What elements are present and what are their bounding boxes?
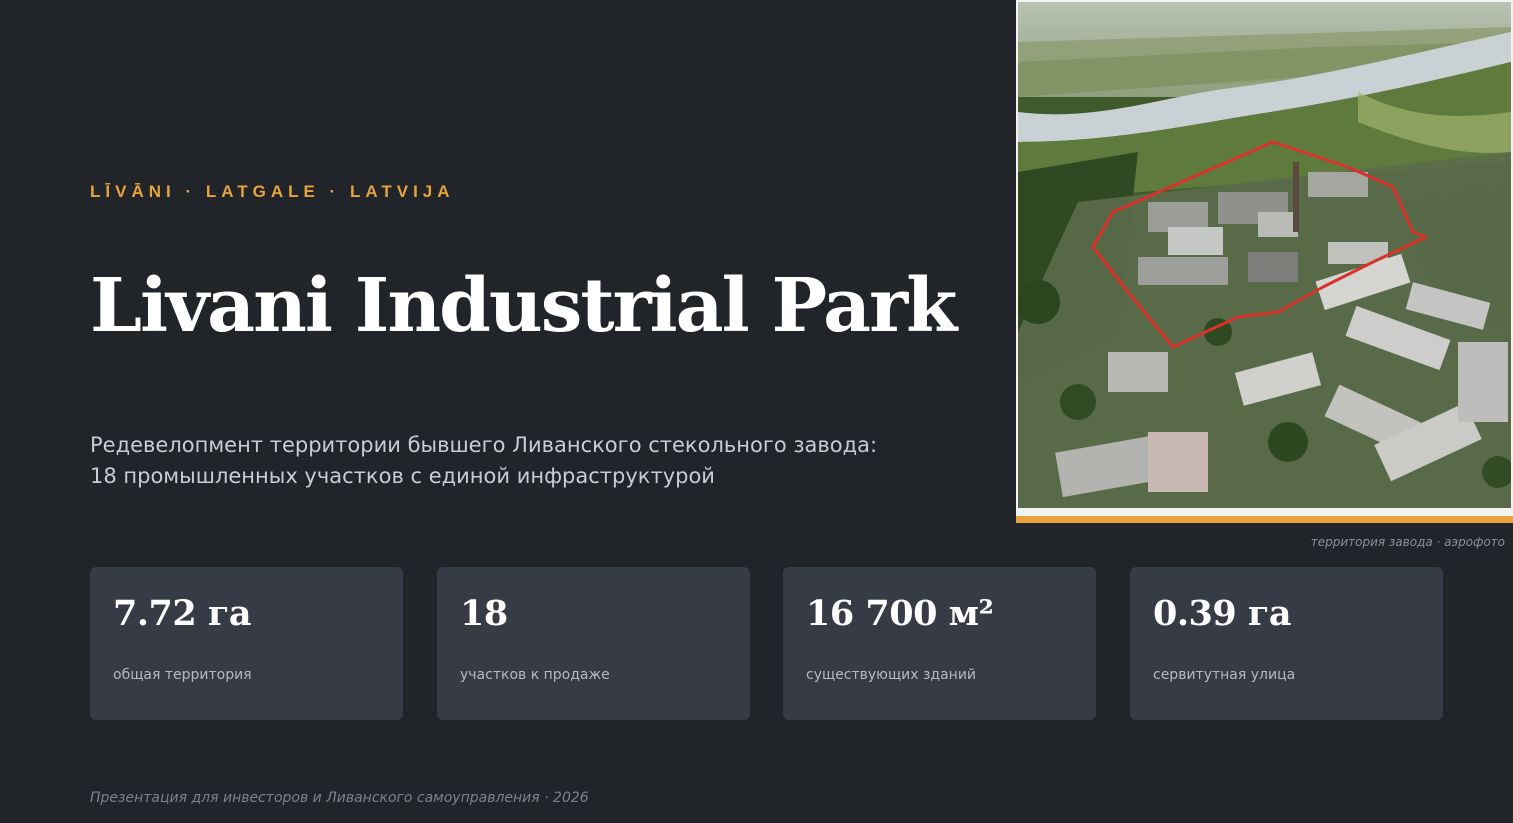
stat-card-total-area: 7.72 га общая территория — [90, 567, 403, 720]
subtitle-line-2: 18 промышленных участков с единой инфрас… — [90, 464, 715, 488]
stat-card-buildings: 16 700 м² существующих зданий — [783, 567, 1096, 720]
stat-value: 7.72 га — [113, 593, 252, 634]
footer-note: Презентация для инвесторов и Ливанского … — [90, 790, 589, 806]
stat-label: общая территория — [113, 667, 252, 683]
stat-value: 16 700 м² — [806, 593, 994, 634]
stat-label: существующих зданий — [806, 667, 977, 683]
stat-card-easement-street: 0.39 га сервитутная улица — [1130, 567, 1443, 720]
stat-label: участков к продаже — [460, 667, 610, 683]
photo-caption: территория завода · аэрофото — [1310, 535, 1505, 549]
aerial-photo-image — [1018, 2, 1511, 508]
stat-label: сервитутная улица — [1153, 667, 1296, 683]
page-title: Livani Industrial Park — [90, 263, 957, 349]
subtitle-line-1: Редевелопмент территории бывшего Ливанск… — [90, 433, 878, 457]
photo-accent-bar — [1016, 516, 1513, 523]
location-eyebrow: LĪVĀNI · LATGALE · LATVIJA — [90, 182, 455, 201]
subtitle: Редевелопмент территории бывшего Ливанск… — [90, 430, 950, 492]
stat-value: 0.39 га — [1153, 593, 1292, 634]
stat-card-plots: 18 участков к продаже — [437, 567, 750, 720]
aerial-photo — [1016, 0, 1513, 523]
stats-row: 7.72 га общая территория 18 участков к п… — [90, 567, 1443, 720]
stat-value: 18 — [460, 593, 508, 634]
